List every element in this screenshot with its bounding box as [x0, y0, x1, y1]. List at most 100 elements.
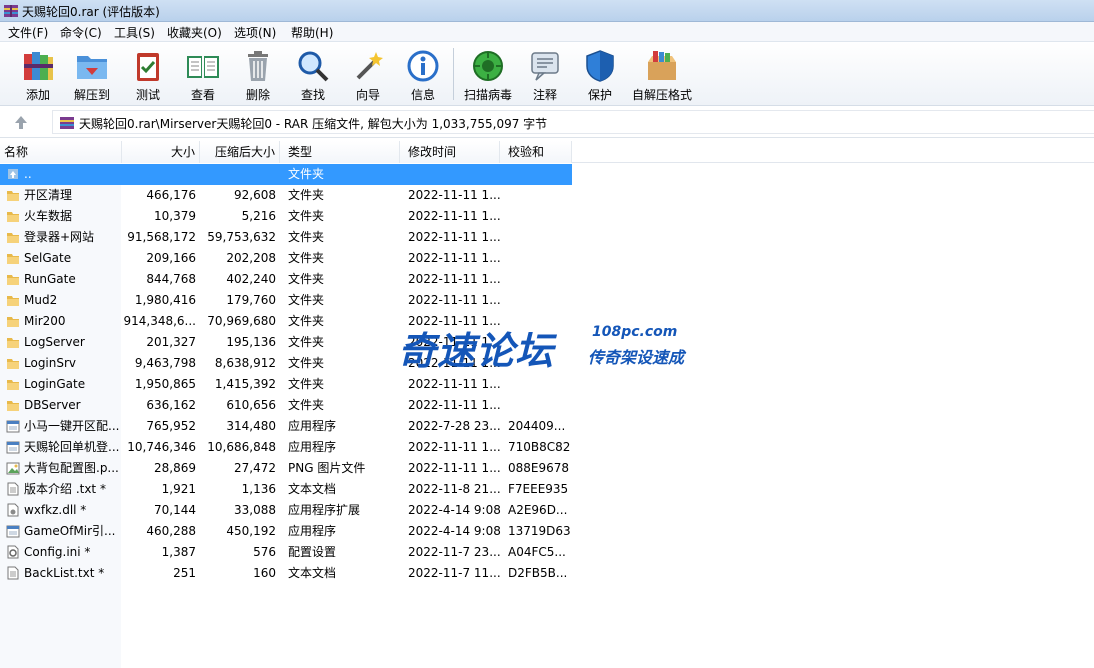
file-row[interactable]: 开区清理 466,176 92,608 文件夹 2022-11-11 1... — [0, 185, 572, 206]
header-name[interactable]: 名称 — [0, 141, 122, 163]
file-size: 1,921 — [161, 482, 196, 496]
file-packed-size: 202,208 — [226, 251, 276, 265]
extract-to-button[interactable]: 解压到 — [64, 46, 120, 104]
menu-tools[interactable]: 工具(S) — [112, 24, 157, 41]
file-type: 配置设置 — [288, 545, 337, 559]
file-crc — [508, 206, 572, 227]
file-type: 文本文档 — [288, 482, 337, 496]
file-name: wxfkz.dll * — [24, 503, 87, 517]
file-row[interactable]: Config.ini * 1,387 576 配置设置 2022-11-7 23... A… — [0, 542, 572, 563]
file-packed-size: 33,088 — [234, 503, 276, 517]
header-modified[interactable]: 修改时间 — [400, 141, 500, 163]
header-size[interactable]: 大小 — [122, 141, 200, 163]
sfx-button[interactable]: 自解压格式 — [630, 46, 694, 104]
menu-help[interactable]: 帮助(H) — [289, 24, 335, 41]
file-row[interactable]: Mud2 1,980,416 179,760 文件夹 2022-11-11 1... — [0, 290, 572, 311]
file-row[interactable]: RunGate 844,768 402,240 文件夹 2022-11-11 1... — [0, 269, 572, 290]
up-arrow-icon[interactable] — [8, 112, 34, 132]
file-row[interactable]: LoginGate 1,950,865 1,415,392 文件夹 2022-11-11… — [0, 374, 572, 395]
file-type: PNG 图片文件 — [288, 461, 366, 475]
file-size: 1,387 — [161, 545, 196, 559]
file-modified: 2022-11-11 1... — [408, 398, 501, 412]
add-books-icon — [24, 52, 53, 80]
magnifier-icon — [298, 51, 329, 82]
file-packed-size: 1,136 — [241, 482, 276, 496]
file-type: 文件夹 — [288, 230, 325, 244]
test-button[interactable]: 测试 — [120, 46, 176, 104]
menu-options[interactable]: 选项(N) — [232, 24, 278, 41]
file-row[interactable]: 大背包配置图.p... 28,869 27,472 PNG 图片文件 2022-11-1… — [0, 458, 572, 479]
header-crc[interactable]: 校验和 — [500, 141, 572, 163]
application-icon — [6, 525, 20, 538]
header-packed[interactable]: 压缩后大小 — [200, 141, 280, 163]
file-row[interactable]: GameOfMir引... 460,288 450,192 应用程序 2022-4-14… — [0, 521, 572, 542]
add-button[interactable]: 添加 — [10, 46, 66, 104]
menu-command[interactable]: 命令(C) — [58, 24, 104, 41]
comment-icon — [531, 52, 559, 81]
file-size: 1,950,865 — [134, 377, 196, 391]
file-row[interactable]: 版本介绍 .txt * 1,921 1,136 文本文档 2022-11-8 21...… — [0, 479, 572, 500]
file-modified: 2022-11-7 23... — [408, 545, 501, 559]
menu-favorites[interactable]: 收藏夹(O) — [165, 24, 224, 41]
file-name: Mud2 — [24, 293, 58, 307]
find-button[interactable]: 查找 — [285, 46, 341, 104]
wizard-button[interactable]: 向导 — [340, 46, 396, 104]
file-crc: 204409... — [508, 419, 566, 433]
file-row[interactable]: 登录器+网站 91,568,172 59,753,632 文件夹 2022-11-11 … — [0, 227, 572, 248]
file-modified: 2022-11-8 21... — [408, 482, 501, 496]
toolbar-separator — [453, 48, 454, 100]
delete-button[interactable]: 删除 — [230, 46, 286, 104]
file-type: 文件夹 — [288, 293, 325, 307]
file-row[interactable]: wxfkz.dll * 70,144 33,088 应用程序扩展 2022-4-14 9… — [0, 500, 572, 521]
file-name: DBServer — [24, 398, 81, 412]
file-row[interactable]: SelGate 209,166 202,208 文件夹 2022-11-11 1... — [0, 248, 572, 269]
file-packed-size: 179,760 — [226, 293, 276, 307]
file-packed-size: 27,472 — [234, 461, 276, 475]
extract-to-label: 解压到 — [73, 88, 110, 102]
file-name: LoginGate — [24, 377, 86, 391]
file-row[interactable]: 火车数据 10,379 5,216 文件夹 2022-11-11 1... — [0, 206, 572, 227]
file-modified: 2022-11-11 1... — [408, 440, 501, 454]
file-crc: D2FB5B... — [508, 566, 568, 580]
virus-scan-button[interactable]: 扫描病毒 — [460, 46, 516, 104]
watermark-url: 108pc.com — [592, 324, 678, 340]
window-title: 天赐轮回0.rar (评估版本) — [22, 5, 160, 19]
sfx-box-icon — [648, 51, 676, 80]
file-modified: 2022-11-11 1... — [408, 461, 501, 475]
watermark-brand: 奇速论坛 — [398, 329, 555, 373]
file-list[interactable]: .. 文件夹 开区清理 466,176 92,608 文件夹 2022-11-11 1...… — [0, 164, 1094, 668]
file-row[interactable]: 天赐轮回单机登... 10,746,346 10,686,848 应用程序 2022-1… — [0, 437, 572, 458]
address-bar: 天赐轮回0.rar\Mirserver天赐轮回0 - RAR 压缩文件, 解包大… — [0, 106, 1094, 138]
file-name: .. — [24, 167, 32, 181]
config-file-icon — [7, 545, 19, 559]
view-button[interactable]: 查看 — [175, 46, 231, 104]
header-type[interactable]: 类型 — [280, 141, 400, 163]
file-row[interactable]: DBServer 636,162 610,656 文件夹 2022-11-11 1... — [0, 395, 572, 416]
file-name: 火车数据 — [24, 209, 73, 223]
file-packed-size: 1,415,392 — [214, 377, 276, 391]
comment-button[interactable]: 注释 — [517, 46, 573, 104]
sfx-label: 自解压格式 — [631, 88, 692, 102]
file-name: 小马一键开区配... — [24, 419, 119, 433]
file-name: 开区清理 — [24, 188, 73, 202]
file-modified: 2022-11-11 1... — [408, 188, 501, 202]
title-bar: 天赐轮回0.rar (评估版本) — [0, 0, 1094, 22]
file-type: 应用程序 — [288, 440, 337, 454]
info-button[interactable]: 信息 — [395, 46, 451, 104]
folder-icon — [7, 401, 19, 411]
file-crc — [508, 164, 572, 185]
file-row[interactable]: .. 文件夹 — [0, 164, 572, 185]
file-crc — [508, 248, 572, 269]
archive-icon — [60, 117, 74, 129]
file-type: 文件夹 — [288, 272, 325, 286]
file-size: 460,288 — [146, 524, 196, 538]
info-icon — [407, 50, 439, 82]
path-box[interactable]: 天赐轮回0.rar\Mirserver天赐轮回0 - RAR 压缩文件, 解包大… — [52, 110, 1094, 134]
folder-icon — [7, 380, 19, 390]
file-row[interactable]: BackList.txt * 251 160 文本文档 2022-11-7 11... D… — [0, 563, 572, 584]
file-row[interactable]: 小马一键开区配... 765,952 314,480 应用程序 2022-7-28 23… — [0, 416, 572, 437]
protect-button[interactable]: 保护 — [572, 46, 628, 104]
folder-icon — [7, 359, 19, 369]
file-crc — [508, 185, 572, 206]
menu-file[interactable]: 文件(F) — [6, 24, 50, 41]
